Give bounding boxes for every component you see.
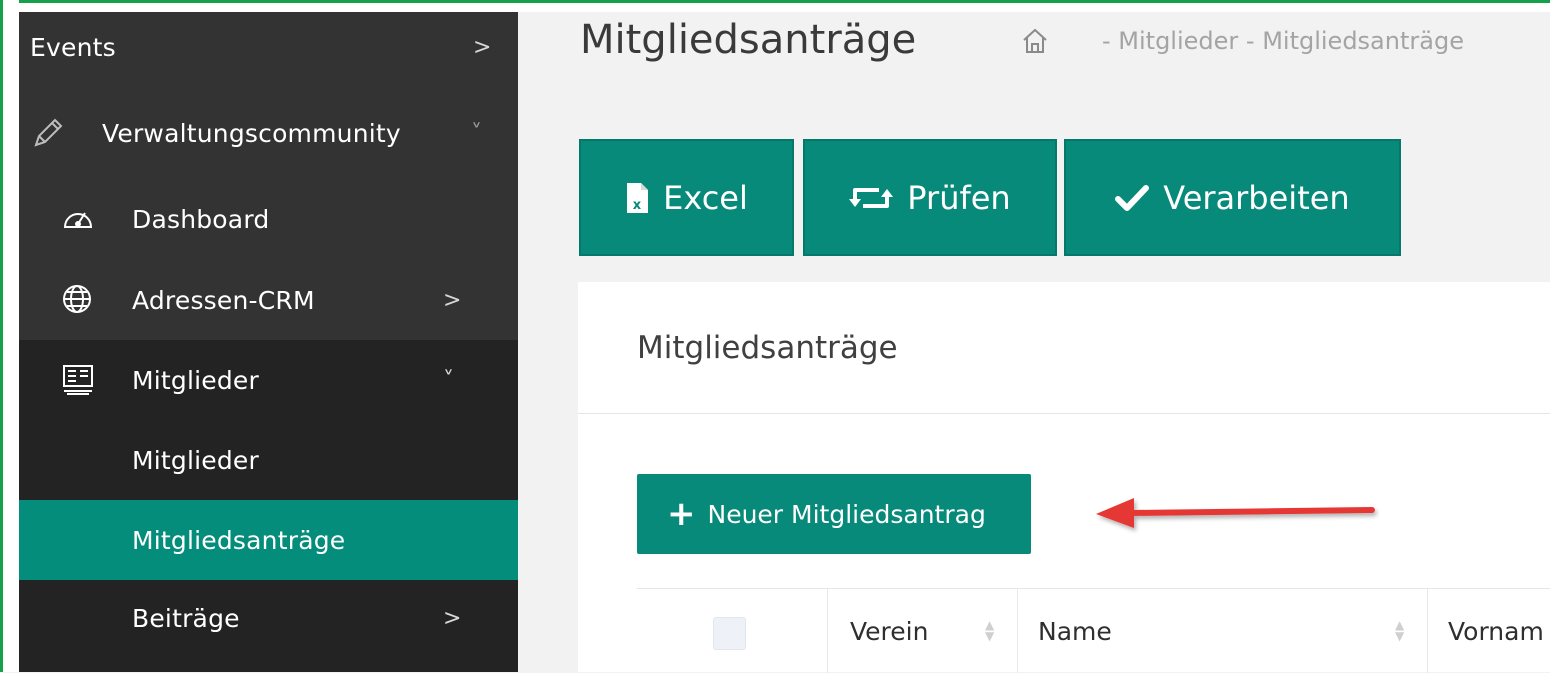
- select-all-checkbox[interactable]: [713, 617, 746, 650]
- select-all-header: [637, 589, 827, 673]
- sidebar-item-verwaltungscommunity[interactable]: Verwaltungscommunity ˅: [19, 82, 518, 184]
- breadcrumb[interactable]: - Mitglieder - Mitgliedsanträge: [1102, 27, 1464, 55]
- home-icon[interactable]: [1020, 26, 1050, 56]
- new-application-button-label: Neuer Mitgliedsantrag: [707, 499, 986, 529]
- retweet-icon: [849, 183, 894, 213]
- plus-icon: +: [667, 494, 696, 534]
- members-icon: [59, 361, 97, 399]
- sidebar-item-label: Verwaltungscommunity: [102, 118, 401, 148]
- excel-button[interactable]: x Excel: [579, 139, 794, 256]
- pruefen-button[interactable]: Prüfen: [803, 139, 1057, 256]
- chevron-down-icon: ˅: [471, 120, 483, 146]
- new-application-button[interactable]: + Neuer Mitgliedsantrag: [637, 474, 1031, 554]
- sidebar-item-label: Events: [30, 32, 116, 62]
- chevron-right-icon: >: [473, 34, 492, 60]
- table-header-row: Verein ▲ ▼ Name ▲ ▼ Vornam: [637, 588, 1550, 673]
- sidebar-item-label: Beiträge: [132, 604, 240, 633]
- card-title: Mitgliedsanträge: [637, 330, 898, 366]
- sidebar-subitem-mitgliedsantraege[interactable]: Mitgliedsanträge: [19, 500, 518, 580]
- chevron-right-icon: >: [443, 606, 462, 631]
- applications-card: Mitgliedsanträge + Neuer Mitgliedsantrag…: [578, 282, 1550, 673]
- column-header-name[interactable]: Name ▲ ▼: [1017, 589, 1427, 673]
- column-header-label: Name: [1038, 616, 1112, 646]
- chevron-right-icon: >: [443, 287, 462, 313]
- excel-button-label: Excel: [663, 178, 748, 217]
- verarbeiten-button-label: Verarbeiten: [1163, 178, 1350, 217]
- column-header-label: Vornam: [1448, 616, 1544, 646]
- window-frame-left: [0, 0, 19, 672]
- pencil-icon: [29, 114, 67, 152]
- page-title: Mitgliedsanträge: [580, 17, 917, 63]
- sidebar-item-adressen-crm[interactable]: Adressen-CRM >: [19, 260, 518, 340]
- sidebar-item-events[interactable]: Events >: [19, 12, 518, 82]
- column-header-verein[interactable]: Verein ▲ ▼: [827, 589, 1017, 673]
- excel-file-icon: x: [625, 182, 649, 214]
- chevron-down-icon: ˅: [443, 367, 455, 393]
- sidebar: Events > Verwaltungscommunity ˅ Dashboar…: [19, 12, 518, 672]
- column-header-vorname[interactable]: Vornam: [1427, 589, 1550, 673]
- svg-text:x: x: [633, 198, 642, 213]
- sort-icon: ▲ ▼: [985, 618, 995, 643]
- speedometer-icon: [59, 200, 97, 238]
- globe-icon: [59, 281, 97, 319]
- sidebar-subitem-mitglieder[interactable]: Mitglieder: [19, 420, 518, 500]
- check-icon: [1115, 184, 1150, 212]
- main-content: Mitgliedsanträge - Mitglieder - Mitglied…: [518, 12, 1550, 673]
- verarbeiten-button[interactable]: Verarbeiten: [1064, 139, 1401, 256]
- divider: [578, 413, 1550, 414]
- window-frame-top: [0, 0, 1550, 12]
- sidebar-item-dashboard[interactable]: Dashboard: [19, 184, 518, 254]
- sidebar-item-label: Adressen-CRM: [132, 285, 315, 315]
- sidebar-item-label: Mitglieder: [132, 365, 259, 395]
- sidebar-item-mitglieder-group[interactable]: Mitglieder ˅: [19, 340, 518, 420]
- sort-icon: ▲ ▼: [1395, 618, 1405, 643]
- sidebar-subitem-beitraege[interactable]: Beiträge >: [19, 580, 518, 672]
- sidebar-item-label: Dashboard: [132, 204, 270, 234]
- pruefen-button-label: Prüfen: [907, 178, 1011, 217]
- sidebar-item-label: Mitglieder: [132, 445, 259, 475]
- column-header-label: Verein: [850, 616, 929, 646]
- red-arrow-annotation: [1096, 498, 1375, 528]
- sidebar-item-label: Mitgliedsanträge: [132, 525, 346, 555]
